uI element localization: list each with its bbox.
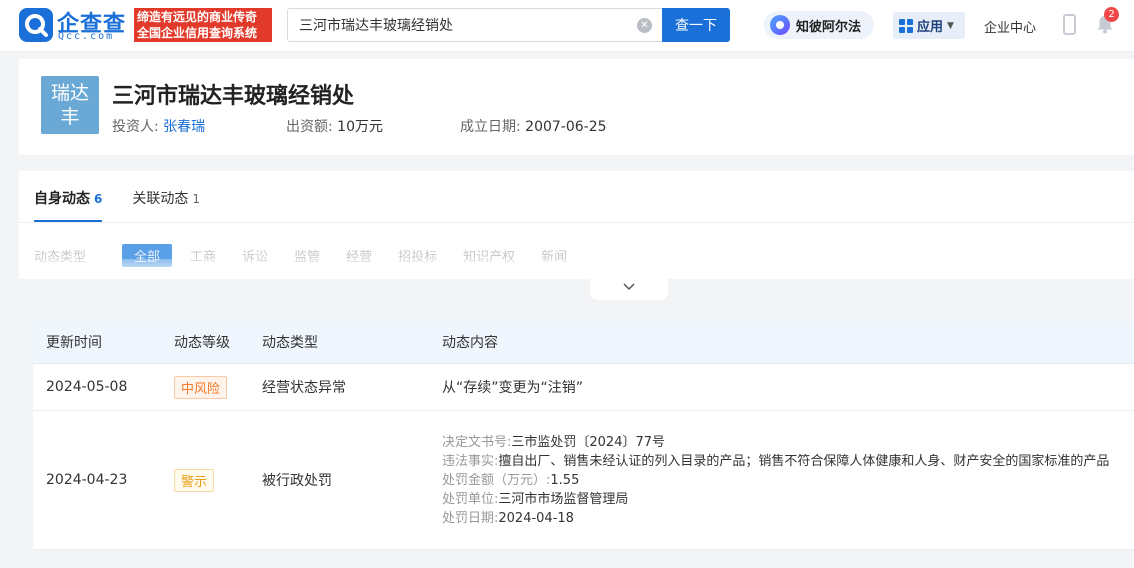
table-row: 2024-04-23 警示 被行政处罚 决定文书号:三市监处罚〔2024〕77号… (33, 411, 1134, 550)
detail-penalty-date: 处罚日期:2024-04-18 (442, 510, 574, 526)
search-box: ✕ (287, 8, 662, 42)
apps-grid-icon (899, 18, 913, 33)
search-clear-icon[interactable]: ✕ (637, 18, 652, 33)
dynamics-tabs: 自身动态 6 关联动态 1 (34, 188, 230, 222)
notification-badge: 2 (1104, 7, 1119, 22)
capital-info: 出资额: 10万元 (286, 116, 383, 136)
search-input[interactable] (299, 9, 629, 41)
investor-link[interactable]: 张春瑞 (163, 119, 205, 135)
tab-self-count: 6 (94, 192, 103, 206)
row-type: 被行政处罚 (262, 473, 332, 489)
slogan-line-2: 全国企业信用查询系统 (137, 26, 258, 40)
header-level: 动态等级 (174, 335, 230, 351)
row-type: 经营状态异常 (262, 380, 346, 396)
zhibi-alpha-label: 知彼阿尔法 (796, 19, 862, 35)
apps-menu-button[interactable]: 应用 ▼ (893, 12, 965, 39)
warning-level-badge: 警示 (174, 468, 215, 492)
company-avatar: 瑞达 丰 (41, 76, 99, 134)
qcc-logo-icon[interactable] (19, 8, 53, 42)
table-row: 2024-05-08 中风险 经营状态异常 从“存续”变更为“注销” (33, 364, 1134, 411)
zhibi-alpha-button[interactable]: 知彼阿尔法 (764, 11, 874, 39)
founded-info: 成立日期: 2007-06-25 (460, 116, 607, 136)
penalty-details: 决定文书号:三市监处罚〔2024〕77号 违法事实:擅自出厂、销售未经认证的列入… (442, 433, 1134, 528)
tab-related-count: 1 (192, 192, 200, 206)
top-navigation-bar: 企查查 Qcc.com 缔造有远见的商业传奇 全国企业信用查询系统 ✕ 查一下 … (0, 0, 1134, 52)
tab-self-dynamics[interactable]: 自身动态 6 (34, 188, 103, 222)
alpha-icon (770, 15, 790, 35)
logo-domain: Qcc.com (58, 31, 115, 42)
avatar-line-1: 瑞达 (50, 82, 89, 104)
tab-divider (19, 222, 1134, 223)
slogan-banner: 缔造有远见的商业传奇 全国企业信用查询系统 (134, 8, 272, 42)
capital-label: 出资额: (286, 119, 333, 135)
dynamics-table: 更新时间 动态等级 动态类型 动态内容 2024-05-08 中风险 经营状态异… (33, 321, 1134, 550)
slogan-line-1: 缔造有远见的商业传奇 (137, 10, 258, 24)
header-type: 动态类型 (262, 335, 318, 351)
enterprise-center-link[interactable]: 企业中心 (984, 17, 1036, 36)
table-header: 更新时间 动态等级 动态类型 动态内容 (33, 321, 1134, 364)
detail-penalty-authority: 处罚单位:三河市市场监督管理局 (442, 491, 629, 507)
company-name: 三河市瑞达丰玻璃经销处 (112, 84, 355, 109)
search-button[interactable]: 查一下 (662, 8, 730, 42)
founded-value: 2007-06-25 (525, 119, 607, 135)
chevron-down-icon (623, 283, 635, 291)
row-date: 2024-05-08 (46, 379, 128, 395)
filter-fade-overlay (19, 259, 1134, 279)
row-content: 从“存续”变更为“注销” (442, 380, 584, 396)
apps-label: 应用 (917, 20, 944, 35)
detail-violation-facts: 违法事实:擅自出厂、销售未经认证的列入目录的产品；销售不符合保障人体健康和人身、… (442, 453, 1110, 469)
header-content: 动态内容 (442, 335, 498, 351)
risk-level-badge: 中风险 (174, 375, 228, 399)
investor-label: 投资人: (112, 119, 159, 135)
row-date: 2024-04-23 (46, 472, 128, 488)
investor-info: 投资人: 张春瑞 (112, 116, 205, 136)
detail-doc-number: 决定文书号:三市监处罚〔2024〕77号 (442, 434, 666, 450)
chevron-down-icon: ▼ (947, 20, 954, 31)
phone-icon[interactable] (1063, 14, 1076, 35)
header-update-time: 更新时间 (46, 335, 102, 351)
company-summary-card: 瑞达 丰 三河市瑞达丰玻璃经销处 投资人: 张春瑞 出资额: 10万元 成立日期… (19, 59, 1134, 155)
tab-self-label: 自身动态 (34, 191, 90, 207)
avatar-line-2: 丰 (60, 106, 80, 128)
capital-value: 10万元 (337, 119, 383, 135)
detail-penalty-amount: 处罚金额（万元）:1.55 (442, 472, 580, 488)
tab-related-dynamics[interactable]: 关联动态 1 (132, 188, 200, 222)
founded-label: 成立日期: (460, 119, 521, 135)
dynamics-panel: 自身动态 6 关联动态 1 动态类型 全部 工商 诉讼 监管 经营 招投标 知识产权… (19, 171, 1134, 279)
expand-filters-toggle[interactable] (590, 279, 668, 300)
tab-related-label: 关联动态 (132, 191, 189, 207)
